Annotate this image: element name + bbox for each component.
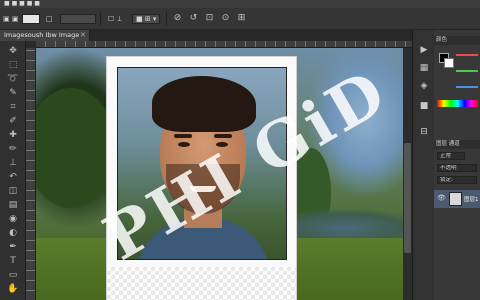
tool-preset-picker[interactable]: ▣ ▣ xyxy=(3,13,18,25)
blend-mode-select[interactable]: 正常 xyxy=(437,152,465,160)
tab-channels-label: 通道 xyxy=(448,141,460,147)
transparent-area xyxy=(107,267,296,300)
option-item-3[interactable]: ☐ ⊥ xyxy=(108,13,123,25)
grid-icon[interactable]: ⊞ xyxy=(236,13,247,24)
portrait-eye xyxy=(178,142,190,147)
document-tab-label: Imagesoush Ibw Image xyxy=(4,31,80,39)
portrait-hair xyxy=(152,76,256,132)
properties-icon[interactable]: ▦ xyxy=(418,62,430,74)
portrait-brow xyxy=(174,134,192,138)
eyedropper-icon[interactable]: ✐ xyxy=(6,115,20,127)
layer-name: 图层1 xyxy=(464,197,479,203)
history-brush-icon[interactable]: ↶ xyxy=(6,171,20,183)
layer-thumbnail xyxy=(449,192,462,206)
history-icon[interactable]: ▶ xyxy=(418,44,430,56)
move-icon[interactable]: ✥ xyxy=(6,45,20,57)
tab-color[interactable]: 颜色 xyxy=(434,36,480,45)
photoshop-window: ■ ■ ■ ■ ■ ▣ ▣ □ ☐ ⊥ ■ ⊞ ▾ ⊘ ↺ ⊡ ⊙ ⊞ Imag… xyxy=(0,0,480,300)
color-spectrum[interactable] xyxy=(437,100,478,107)
options-bar: ▣ ▣ □ ☐ ⊥ ■ ⊞ ▾ ⊘ ↺ ⊡ ⊙ ⊞ xyxy=(0,8,480,30)
scrollbar-thumb[interactable] xyxy=(404,143,411,253)
crop-icon[interactable]: ⌗ xyxy=(6,101,20,113)
toolbox: ✥ ⬚ ➰ ✎ ⌗ ✐ ✚ ✏ ⊥ ↶ ◫ ▤ ◉ ◐ ✒ T ▭ ✋ xyxy=(0,41,26,300)
color-swatch-option[interactable] xyxy=(22,14,40,24)
divider xyxy=(100,12,101,26)
type-icon[interactable]: T xyxy=(6,255,20,267)
horizontal-ruler xyxy=(36,41,412,48)
lasso-icon[interactable]: ➰ xyxy=(6,73,20,85)
option-item-1[interactable]: □ xyxy=(46,13,53,25)
tab-layers-label: 图层 xyxy=(436,141,448,147)
menu-bar[interactable]: ■ ■ ■ ■ ■ xyxy=(0,0,480,8)
document-tab[interactable]: Imagesoush Ibw Image ✕ xyxy=(0,30,90,41)
stamp-icon[interactable]: ⊥ xyxy=(6,157,20,169)
panel-dock: ▶ ▦ ◈ ■ ⊟ xyxy=(412,30,434,300)
menu-items[interactable]: ■ ■ ■ ■ ■ xyxy=(4,0,40,7)
marquee-icon[interactable]: ⬚ xyxy=(6,59,20,71)
tab-layers[interactable]: 图层 通道 xyxy=(434,140,480,149)
background-color[interactable] xyxy=(444,58,454,68)
close-icon[interactable]: ✕ xyxy=(80,30,88,41)
option-item-4[interactable]: ■ ⊞ ▾ xyxy=(136,13,156,25)
document-canvas[interactable]: PHI GiD xyxy=(36,48,412,300)
document-tab-bar: Imagesoush Ibw Image ✕ xyxy=(0,30,412,41)
rotate-icon[interactable]: ↺ xyxy=(188,13,199,24)
eraser-icon[interactable]: ◫ xyxy=(6,185,20,197)
frame-icon[interactable]: ⊡ xyxy=(204,13,215,24)
target-icon[interactable]: ⊙ xyxy=(220,13,231,24)
shape-icon[interactable]: ▭ xyxy=(6,269,20,281)
opacity-field[interactable]: 不透明 xyxy=(437,164,477,172)
swatch-icon[interactable]: ■ xyxy=(418,100,430,112)
hand-icon[interactable]: ✋ xyxy=(6,283,20,295)
right-panel: 颜色 图层 通道 正常 不透明 锁定: 👁 图层1 xyxy=(434,30,480,300)
dodge-icon[interactable]: ◐ xyxy=(6,227,20,239)
blue-slider[interactable] xyxy=(456,86,478,88)
lock-controls[interactable]: 锁定: xyxy=(437,176,477,184)
vertical-ruler xyxy=(26,48,36,300)
quick-select-icon[interactable]: ✎ xyxy=(6,87,20,99)
layers-dock-icon[interactable]: ⊟ xyxy=(418,126,430,138)
adjust-icon[interactable]: ◈ xyxy=(418,80,430,92)
option-field[interactable] xyxy=(60,14,96,24)
gradient-icon[interactable]: ▤ xyxy=(6,199,20,211)
blur-icon[interactable]: ◉ xyxy=(6,213,20,225)
visibility-eye-icon[interactable]: 👁 xyxy=(437,194,446,202)
brush-icon[interactable]: ✏ xyxy=(6,143,20,155)
vertical-scrollbar[interactable] xyxy=(403,48,412,300)
healing-icon[interactable]: ✚ xyxy=(6,129,20,141)
red-slider[interactable] xyxy=(456,54,478,56)
pen-icon[interactable]: ✒ xyxy=(6,241,20,253)
green-slider[interactable] xyxy=(456,70,478,72)
divider xyxy=(166,12,167,26)
layer-row[interactable]: 👁 图层1 xyxy=(434,190,480,208)
align-icon[interactable]: ⊘ xyxy=(172,13,183,24)
